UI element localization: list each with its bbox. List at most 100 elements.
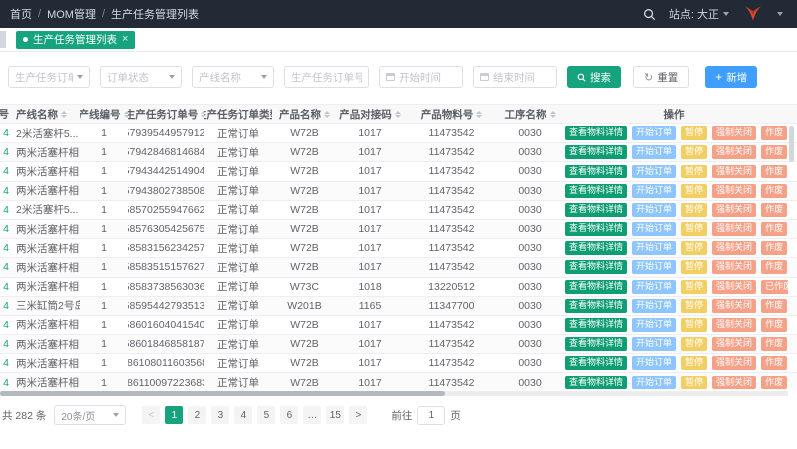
page-size-select[interactable]: 20条/页 [54, 405, 126, 425]
tab-scroll-edge[interactable] [0, 31, 6, 48]
search-button[interactable]: 搜索 [567, 66, 621, 88]
force-close-button[interactable]: 强制关闭 [712, 222, 756, 236]
goto-page-input[interactable]: 1 [417, 406, 445, 425]
tab-production-task-list[interactable]: 生产任务管理列表 × [16, 31, 135, 49]
sort-carets-icon[interactable] [550, 111, 556, 118]
prev-page-button[interactable]: < [142, 406, 160, 424]
clipped-cell[interactable]: 4 [0, 297, 12, 315]
column-header-6[interactable]: 产品对接码 [337, 105, 403, 123]
page-button-1[interactable]: 1 [165, 406, 183, 424]
start-order-button[interactable]: 开始订单 [632, 299, 676, 313]
sort-carets-icon[interactable] [324, 111, 330, 118]
start-order-button[interactable]: 开始订单 [632, 356, 676, 370]
clipped-cell[interactable]: 4 [0, 373, 12, 390]
clipped-cell[interactable]: 4 [0, 220, 12, 238]
horizontal-scrollbar[interactable] [0, 391, 788, 396]
start-order-button[interactable]: 开始订单 [632, 260, 676, 274]
start-order-button[interactable]: 开始订单 [632, 376, 676, 390]
view-material-button[interactable]: 查看物料详情 [565, 318, 627, 332]
view-material-button[interactable]: 查看物料详情 [565, 165, 627, 179]
clipped-cell[interactable]: 4 [0, 124, 12, 142]
clipped-cell[interactable]: 4 [0, 278, 12, 296]
close-icon[interactable]: × [122, 34, 128, 45]
page-button-4[interactable]: 4 [234, 406, 252, 424]
start-order-button[interactable]: 开始订单 [632, 318, 676, 332]
clipped-cell[interactable]: 4 [0, 162, 12, 180]
breadcrumb-item[interactable]: 首页 [10, 6, 32, 22]
start-order-button[interactable]: 开始订单 [632, 184, 676, 198]
pause-button[interactable]: 暂停 [681, 241, 707, 255]
breadcrumb-item[interactable]: 生产任务管理列表 [111, 6, 199, 22]
pause-button[interactable]: 暂停 [681, 184, 707, 198]
vertical-scrollbar[interactable] [789, 126, 794, 426]
column-header-8[interactable]: 工序名称 [500, 105, 560, 123]
void-button[interactable]: 作废 [761, 184, 787, 198]
view-material-button[interactable]: 查看物料详情 [565, 126, 627, 140]
force-close-button[interactable]: 强制关闭 [712, 337, 756, 351]
pause-button[interactable]: 暂停 [681, 356, 707, 370]
void-button[interactable]: 作废 [761, 126, 787, 140]
view-material-button[interactable]: 查看物料详情 [565, 299, 627, 313]
force-close-button[interactable]: 强制关闭 [712, 184, 756, 198]
view-material-button[interactable]: 查看物料详情 [565, 260, 627, 274]
start-order-button[interactable]: 开始订单 [632, 203, 676, 217]
reset-button[interactable]: ↻ 重置 [633, 66, 689, 88]
pause-button[interactable]: 暂停 [681, 260, 707, 274]
view-material-button[interactable]: 查看物料详情 [565, 241, 627, 255]
void-button[interactable]: 作废 [761, 337, 787, 351]
view-material-button[interactable]: 查看物料详情 [565, 356, 627, 370]
column-header-5[interactable]: 产品名称 [272, 105, 337, 123]
pause-button[interactable]: 暂停 [681, 299, 707, 313]
column-header-3[interactable]: 生产任务订单号 [128, 105, 204, 123]
pause-button[interactable]: 暂停 [681, 165, 707, 179]
force-close-button[interactable]: 强制关闭 [712, 280, 756, 294]
start-order-button[interactable]: 开始订单 [632, 241, 676, 255]
view-material-button[interactable]: 查看物料详情 [565, 222, 627, 236]
user-avatar[interactable] [742, 4, 764, 24]
page-button-6[interactable]: 6 [280, 406, 298, 424]
sort-carets-icon[interactable] [476, 111, 482, 118]
site-selector[interactable]: 站点: 大正 [669, 6, 729, 22]
start-order-button[interactable]: 开始订单 [632, 337, 676, 351]
void-button[interactable]: 作废 [761, 376, 787, 390]
column-header-1[interactable]: 产线名称 [12, 105, 80, 123]
void-button[interactable]: 作废 [761, 318, 787, 332]
next-page-button[interactable]: > [349, 406, 367, 424]
pause-button[interactable]: 暂停 [681, 222, 707, 236]
start-order-button[interactable]: 开始订单 [632, 126, 676, 140]
void-button[interactable]: 作废 [761, 260, 787, 274]
sort-carets-icon[interactable] [395, 111, 401, 118]
view-material-button[interactable]: 查看物料详情 [565, 376, 627, 390]
void-button[interactable]: 作废 [761, 299, 787, 313]
column-header-2[interactable]: 产线编号 [80, 105, 128, 123]
force-close-button[interactable]: 强制关闭 [712, 260, 756, 274]
page-button-2[interactable]: 2 [188, 406, 206, 424]
pause-button[interactable]: 暂停 [681, 145, 707, 159]
view-material-button[interactable]: 查看物料详情 [565, 203, 627, 217]
view-material-button[interactable]: 查看物料详情 [565, 280, 627, 294]
clipped-cell[interactable]: 4 [0, 335, 12, 353]
user-menu-caret[interactable] [777, 12, 783, 16]
filter-start-time-input[interactable]: 开始时间 [379, 66, 463, 88]
force-close-button[interactable]: 强制关闭 [712, 165, 756, 179]
pause-button[interactable]: 暂停 [681, 126, 707, 140]
view-material-button[interactable]: 查看物料详情 [565, 184, 627, 198]
page-button-3[interactable]: 3 [211, 406, 229, 424]
filter-order-no-input[interactable]: 生产任务订单号 [284, 66, 369, 88]
void-button[interactable]: 已作废 [761, 280, 788, 294]
void-button[interactable]: 作废 [761, 222, 787, 236]
clipped-cell[interactable]: 4 [0, 258, 12, 276]
void-button[interactable]: 作废 [761, 356, 787, 370]
force-close-button[interactable]: 强制关闭 [712, 126, 756, 140]
void-button[interactable]: 作废 [761, 165, 787, 179]
pause-button[interactable]: 暂停 [681, 337, 707, 351]
horizontal-scrollbar-thumb[interactable] [0, 391, 445, 396]
pause-button[interactable]: 暂停 [681, 280, 707, 294]
start-order-button[interactable]: 开始订单 [632, 165, 676, 179]
add-button[interactable]: + 新增 [705, 66, 757, 88]
column-header-7[interactable]: 产品物料号 [403, 105, 500, 123]
filter-order-status-select[interactable]: 订单状态 [100, 66, 182, 88]
force-close-button[interactable]: 强制关闭 [712, 299, 756, 313]
force-close-button[interactable]: 强制关闭 [712, 318, 756, 332]
search-icon[interactable] [643, 8, 656, 21]
